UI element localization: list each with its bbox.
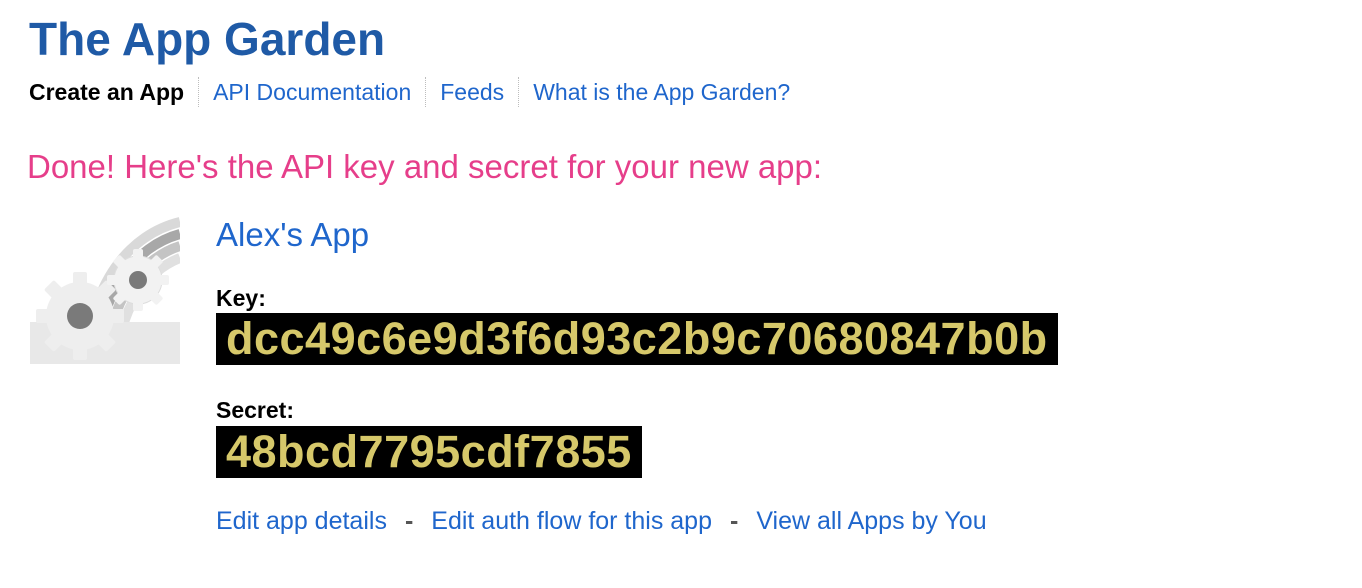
done-heading: Done! Here's the API key and secret for … xyxy=(27,148,823,185)
app-gears-rainbow-icon xyxy=(30,214,182,365)
edit-auth-flow-link[interactable]: Edit auth flow for this app xyxy=(431,505,712,537)
page-title: The App Garden xyxy=(29,13,386,65)
secret-label: Secret: xyxy=(216,397,294,423)
subnav-item-api-documentation[interactable]: API Documentation xyxy=(199,79,425,106)
app-actions: Edit app details - Edit auth flow for th… xyxy=(216,505,987,537)
subnav-item-create-an-app: Create an App xyxy=(29,78,185,105)
api-key-value: dcc49c6e9d3f6d93c2b9c70680847b0b xyxy=(216,313,1058,365)
subnav-item-feeds[interactable]: Feeds xyxy=(426,79,518,106)
app-garden-subnav: Create an App API Documentation Feeds Wh… xyxy=(29,76,804,108)
view-all-apps-link[interactable]: View all Apps by You xyxy=(756,505,986,537)
actions-separator: - xyxy=(404,507,414,535)
api-secret-value: 48bcd7795cdf7855 xyxy=(216,426,642,478)
subnav-item-what-is-app-garden[interactable]: What is the App Garden? xyxy=(519,79,804,106)
actions-separator: - xyxy=(730,507,739,535)
app-name-link[interactable]: Alex's App xyxy=(216,214,369,256)
edit-app-details-link[interactable]: Edit app details xyxy=(216,505,387,537)
key-label: Key: xyxy=(216,285,266,311)
